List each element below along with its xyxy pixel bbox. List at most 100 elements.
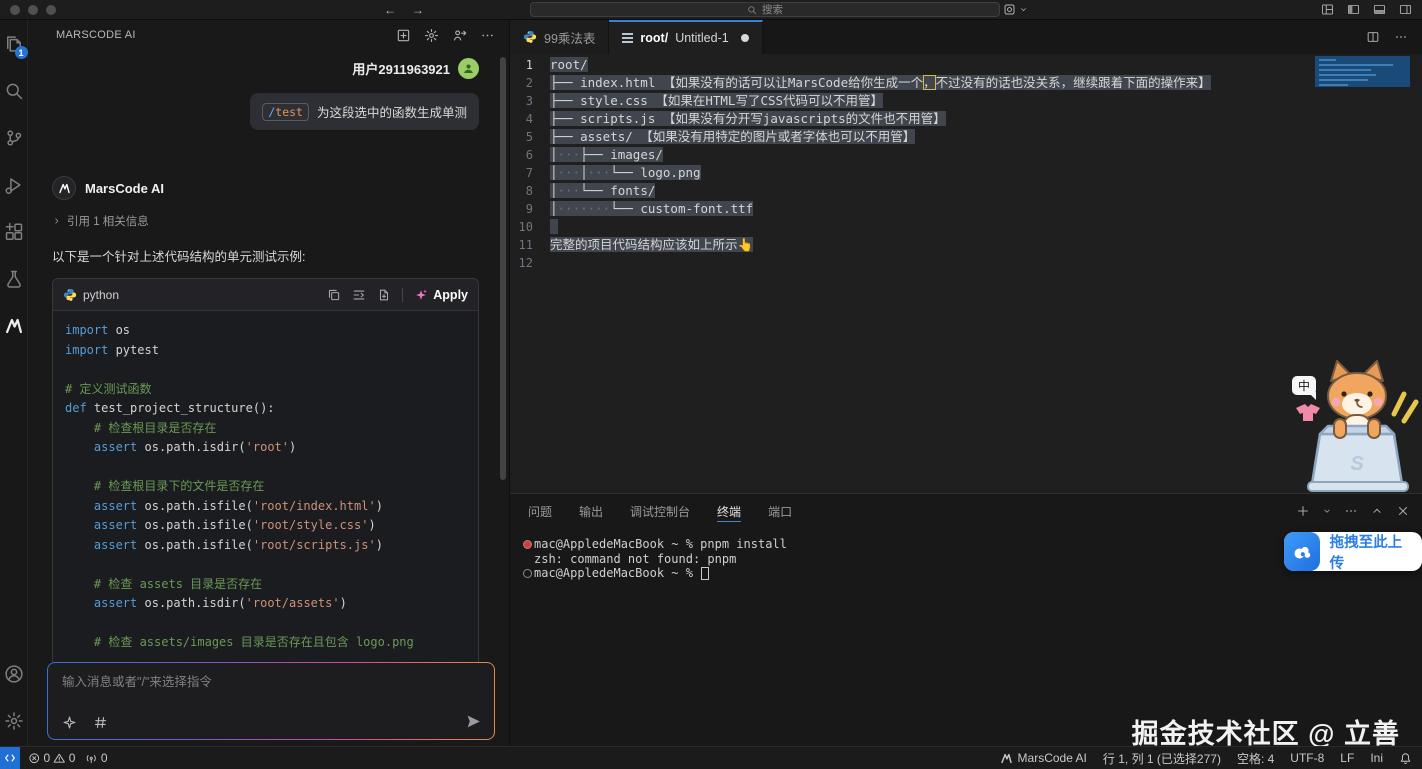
editor-line[interactable]: 9│·······└── custom-font.ttf <box>510 200 1422 218</box>
reference-label: 引用 1 相关信息 <box>67 213 149 229</box>
close-panel-icon[interactable] <box>1396 504 1410 518</box>
split-editor-icon[interactable] <box>1366 30 1380 44</box>
warning-count: 0 <box>69 751 76 765</box>
code-line: assert os.path.isdir('root') <box>65 438 466 458</box>
minimap-selection <box>1315 56 1410 87</box>
new-chat-icon[interactable] <box>396 28 411 43</box>
problems-status[interactable]: 0 0 <box>28 751 75 765</box>
activity-search[interactable] <box>0 67 28 114</box>
activity-account[interactable] <box>0 650 28 697</box>
hash-icon[interactable] <box>93 715 108 730</box>
sparkle-icon[interactable] <box>62 715 77 730</box>
sidebar-scrollbar[interactable] <box>500 57 506 480</box>
status-indentation[interactable]: 空格: 4 <box>1237 750 1274 767</box>
panel-tab[interactable]: 调试控制台 <box>630 494 690 528</box>
editor-tab-2-active[interactable]: root/ Untitled-1 <box>609 20 762 54</box>
activity-run-debug[interactable] <box>0 161 28 208</box>
status-marscode-status[interactable]: MarsCode AI <box>1000 751 1087 765</box>
maximize-panel-icon[interactable] <box>1370 504 1384 518</box>
status-label: MarsCode AI <box>1018 751 1087 765</box>
line-number: 9 <box>510 200 550 218</box>
sidebar-header-actions <box>396 28 495 43</box>
more-actions-icon[interactable] <box>480 28 495 43</box>
send-icon[interactable] <box>465 713 482 730</box>
editor-line[interactable]: 10 <box>510 218 1422 236</box>
tab-label: Untitled-1 <box>675 31 729 45</box>
reference-toggle[interactable]: 引用 1 相关信息 <box>52 213 479 229</box>
remote-indicator[interactable] <box>0 747 20 769</box>
python-icon <box>523 30 537 44</box>
minimap[interactable] <box>1315 56 1412 196</box>
status-eol[interactable]: LF <box>1340 751 1354 765</box>
code-block: python Apply import osimport pytest# 定义测… <box>52 278 479 662</box>
line-number: 4 <box>510 110 550 128</box>
activity-settings[interactable] <box>0 697 28 744</box>
activity-marscode-ai[interactable] <box>0 302 28 349</box>
panel-tab[interactable]: 终端 <box>717 494 741 528</box>
ports-status[interactable]: 0 <box>85 751 107 765</box>
panel-tab[interactable]: 问题 <box>528 494 552 528</box>
marscode-ai-icon <box>4 316 24 336</box>
status-language-mode[interactable]: Ini <box>1370 751 1383 765</box>
panel-right-icon[interactable] <box>1399 3 1412 16</box>
new-file-icon[interactable] <box>377 288 391 302</box>
sparkle-icon <box>414 288 428 302</box>
panel-more-icon[interactable] <box>1344 504 1358 518</box>
editor-line[interactable]: 3├── style.css 【如果在HTML写了CSS代码可以不用管】 <box>510 92 1422 110</box>
status-encoding[interactable]: UTF-8 <box>1290 751 1324 765</box>
editor-pane[interactable]: 1root/2├── index.html 【如果没有的话可以让MarsCode… <box>510 54 1422 493</box>
preview-button[interactable] <box>1003 3 1028 16</box>
modified-dot-icon[interactable] <box>741 34 749 42</box>
chevron-right-icon <box>52 216 62 226</box>
zoom-button[interactable] <box>46 5 56 15</box>
titlebar: ← → 搜索 <box>0 0 1422 20</box>
layout-icon[interactable] <box>1321 3 1334 16</box>
activity-explorer[interactable]: 1 <box>0 20 28 67</box>
close-button[interactable] <box>10 5 20 15</box>
editor-line[interactable]: 11完整的项目代码结构应该如上所示👆 <box>510 236 1422 254</box>
status-cursor-position[interactable]: 行 1, 列 1 (已选择277) <box>1103 750 1221 767</box>
panel-tab[interactable]: 输出 <box>579 494 603 528</box>
editor-line[interactable]: 5├── assets/ 【如果没有用特定的图片或者字体也可以不用管】 <box>510 128 1422 146</box>
panel-left-icon[interactable] <box>1347 3 1360 16</box>
activity-bar: 1 <box>0 20 28 746</box>
editor-line[interactable]: 8│···└── fonts/ <box>510 182 1422 200</box>
editor-line[interactable]: 2├── index.html 【如果没有的话可以让MarsCode给你生成一个… <box>510 74 1422 92</box>
share-icon[interactable] <box>452 28 467 43</box>
activity-testing[interactable] <box>0 255 28 302</box>
editor-line[interactable]: 12 <box>510 254 1422 272</box>
editor-line[interactable]: 1root/ <box>510 56 1422 74</box>
remote-icon <box>4 752 16 764</box>
editor-tab-1[interactable]: 99乘法表 <box>510 20 609 54</box>
activity-bar-top: 1 <box>0 20 28 349</box>
status-notifications[interactable] <box>1399 752 1412 765</box>
minimize-button[interactable] <box>28 5 38 15</box>
editor-line[interactable]: 4├── scripts.js 【如果没有分开写javascripts的文件也不… <box>510 110 1422 128</box>
chat-settings-icon[interactable] <box>424 28 439 43</box>
status-label: LF <box>1340 751 1354 765</box>
apply-button[interactable]: Apply <box>414 288 468 302</box>
editor-line[interactable]: 7│···│···└── logo.png <box>510 164 1422 182</box>
command-center-search[interactable]: 搜索 <box>530 2 1000 17</box>
panel-bottom-icon[interactable] <box>1373 3 1386 16</box>
marscode-avatar <box>52 176 76 200</box>
copy-icon[interactable] <box>327 288 341 302</box>
line-number: 7 <box>510 164 550 182</box>
upload-drop-button[interactable]: 拖拽至此上传 <box>1284 532 1422 571</box>
terminal-text: mac@AppledeMacBook ~ % <box>534 566 700 581</box>
more-actions-icon[interactable] <box>1394 30 1408 44</box>
insert-icon[interactable] <box>352 288 366 302</box>
new-terminal-icon[interactable] <box>1296 504 1310 518</box>
forward-icon[interactable]: → <box>412 3 424 17</box>
line-number: 1 <box>510 56 550 74</box>
chat-input[interactable] <box>62 675 480 689</box>
terminal-dropdown-icon[interactable] <box>1322 506 1332 516</box>
back-icon[interactable]: ← <box>384 3 396 17</box>
editor-line[interactable]: 6│···├── images/ <box>510 146 1422 164</box>
activity-bar-bottom <box>0 650 28 746</box>
activity-source-control[interactable] <box>0 114 28 161</box>
activity-extensions[interactable] <box>0 208 28 255</box>
panel-tab[interactable]: 端口 <box>768 494 792 528</box>
code-line: def test_project_structure(): <box>65 399 466 419</box>
terminal-cursor <box>701 567 709 580</box>
